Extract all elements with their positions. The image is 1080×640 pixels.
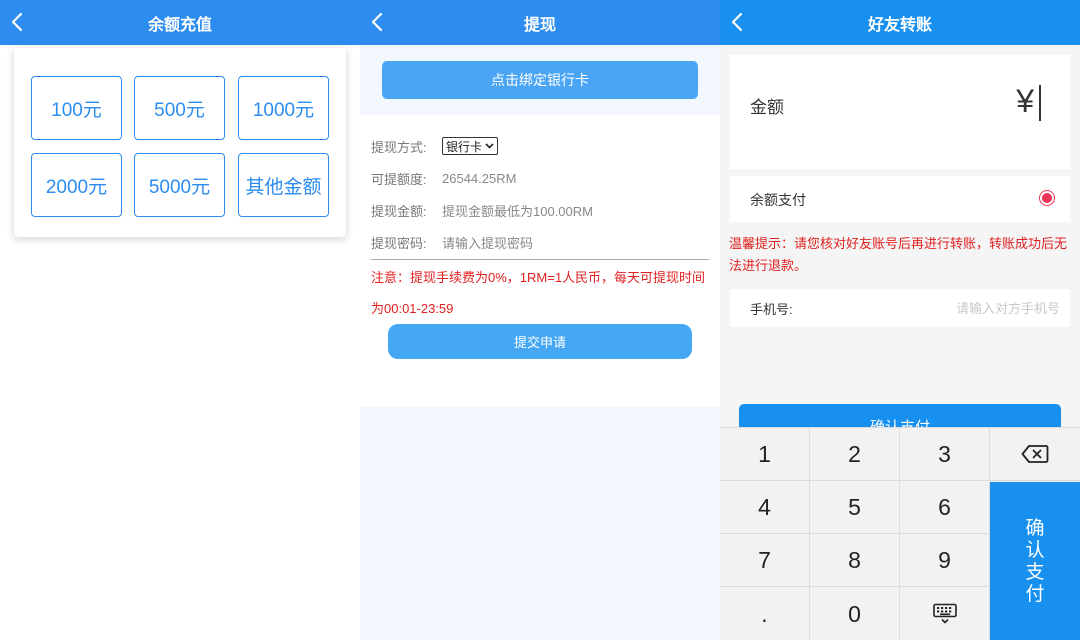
form-divider [371, 259, 709, 260]
backspace-icon [1021, 445, 1049, 463]
withdraw-method-label: 提现方式: [371, 139, 427, 155]
amount-option-1000[interactable]: 1000元 [238, 76, 329, 140]
withdraw-method-select[interactable]: 银行卡 [442, 137, 499, 155]
keypad-confirm-label: 确认支付 [1025, 517, 1045, 605]
withdraw-method-value: 银行卡 [446, 139, 483, 154]
key-1[interactable]: 1 [720, 428, 810, 481]
key-backspace[interactable] [990, 428, 1080, 481]
withdraw-password-input[interactable]: 请输入提现密码 [442, 233, 533, 252]
page-title: 提现 [523, 16, 556, 34]
withdraw-password-label: 提现密码: [371, 235, 427, 251]
key-5[interactable]: 5 [810, 481, 900, 534]
submit-application-button[interactable]: 提交申请 [388, 324, 692, 359]
withdraw-amount-label: 提现金额: [371, 203, 427, 219]
key-7[interactable]: 7 [720, 534, 810, 587]
key-0[interactable]: 0 [810, 587, 900, 640]
balance-pay-label: 余额支付 [750, 192, 806, 208]
transfer-amount-field[interactable]: 金额 ¥ [730, 55, 1070, 169]
withdraw-password-row: 提现密码: 请输入提现密码 [371, 232, 533, 252]
withdraw-screen: 提现 点击绑定银行卡 提现方式: 银行卡 可提额度: 26544.25RM 提现… [360, 0, 720, 640]
phone-row: 手机号: [730, 289, 1070, 327]
balance-pay-radio[interactable] [1039, 190, 1055, 206]
chevron-down-icon [485, 141, 494, 152]
amount-option-2000[interactable]: 2000元 [31, 153, 122, 217]
transfer-header: 好友转账 [720, 0, 1080, 45]
back-button[interactable] [726, 10, 750, 34]
page-title: 余额充值 [147, 16, 212, 34]
key-8[interactable]: 8 [810, 534, 900, 587]
page-title: 好友转账 [867, 16, 932, 34]
keypad-confirm-button[interactable]: 确认支付 [990, 482, 1080, 640]
balance-pay-row[interactable]: 余额支付 [730, 176, 1070, 222]
bind-card-area: 点击绑定银行卡 [360, 45, 720, 115]
back-button[interactable] [366, 10, 390, 34]
amount-option-100[interactable]: 100元 [31, 76, 122, 140]
text-cursor [1039, 85, 1041, 121]
amount-option-500[interactable]: 500元 [134, 76, 225, 140]
withdraw-amount-row: 提现金额: 提现金额最低为100.00RM [371, 200, 593, 220]
back-button[interactable] [6, 10, 30, 34]
key-3[interactable]: 3 [900, 428, 990, 481]
transfer-amount-label: 金额 [750, 98, 784, 117]
amount-option-other[interactable]: 其他金额 [238, 153, 329, 217]
key-6[interactable]: 6 [900, 481, 990, 534]
transfer-tip: 温馨提示：请您核对好友账号后再进行转账，转账成功后无法进行退款。 [729, 236, 1068, 273]
chevron-left-icon [731, 12, 743, 32]
key-hide-keyboard[interactable] [900, 587, 990, 640]
currency-symbol: ¥ [1016, 83, 1034, 119]
amount-option-5000[interactable]: 5000元 [134, 153, 225, 217]
available-amount-label: 可提额度: [371, 171, 427, 187]
key-2[interactable]: 2 [810, 428, 900, 481]
available-amount-value: 26544.25RM [442, 170, 517, 186]
bind-bank-card-button[interactable]: 点击绑定银行卡 [382, 61, 698, 99]
withdraw-bottom-area [360, 407, 720, 640]
app-root: 余额充值 100元 500元 1000元 2000元 5000元 其他金额 提现… [0, 0, 1080, 640]
withdraw-method-row: 提现方式: 银行卡 [371, 136, 499, 156]
amount-options-card: 100元 500元 1000元 2000元 5000元 其他金额 [14, 48, 346, 237]
radio-selected-dot [1042, 193, 1052, 203]
recharge-screen: 余额充值 100元 500元 1000元 2000元 5000元 其他金额 [0, 0, 360, 640]
key-dot[interactable]: . [720, 587, 810, 640]
withdraw-amount-input[interactable]: 提现金额最低为100.00RM [442, 201, 593, 220]
withdraw-fee-note: 注意：提现手续费为0%，1RM=1人民币，每天可提现时间为00:01-23:59 [371, 270, 706, 316]
phone-label: 手机号: [750, 302, 793, 317]
available-amount-row: 可提额度: 26544.25RM [371, 168, 516, 188]
key-9[interactable]: 9 [900, 534, 990, 587]
key-4[interactable]: 4 [720, 481, 810, 534]
numeric-keypad: 1 2 3 4 5 6 7 8 9 . 0 确认支付 [720, 427, 1080, 640]
chevron-left-icon [371, 12, 383, 32]
chevron-left-icon [11, 12, 23, 32]
recharge-header: 余额充值 [0, 0, 360, 45]
keyboard-icon [932, 603, 957, 624]
withdraw-header: 提现 [360, 0, 720, 45]
phone-input[interactable] [860, 296, 1060, 320]
transfer-screen: 好友转账 金额 ¥ 余额支付 温馨提示：请您核对好友账号后再进行转账，转账成功后… [720, 0, 1080, 640]
